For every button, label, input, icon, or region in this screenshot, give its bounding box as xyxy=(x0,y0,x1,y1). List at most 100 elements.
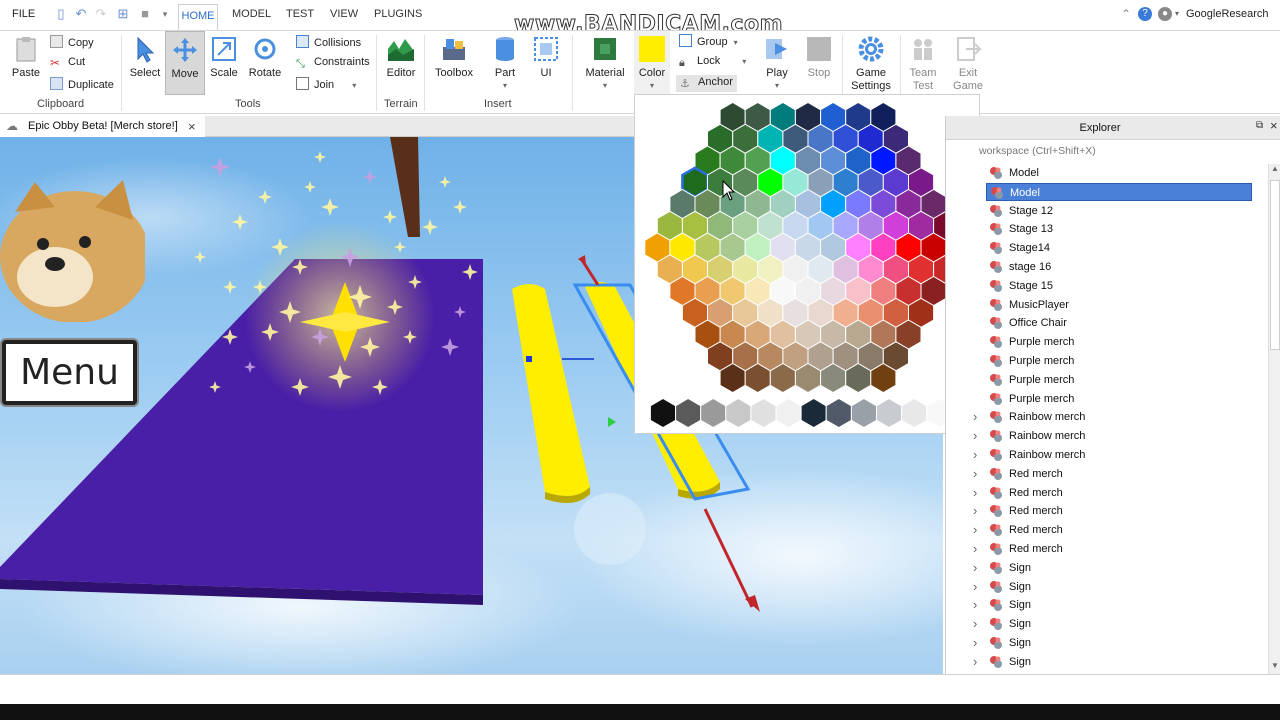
group-button[interactable]: Group ▾ xyxy=(679,34,738,48)
paste-button[interactable]: Paste xyxy=(10,35,42,79)
cut-button[interactable]: ✂ Cut xyxy=(50,56,85,70)
explorer-item[interactable]: Purple merch xyxy=(986,371,1252,389)
terrain-editor-button[interactable]: Editor xyxy=(383,35,419,79)
file-menu[interactable]: FILE xyxy=(12,8,35,20)
explorer-item[interactable]: Model xyxy=(986,182,1252,201)
explorer-filter-input[interactable]: workspace (Ctrl+Shift+X) xyxy=(979,140,1269,162)
tab-model[interactable]: MODEL xyxy=(232,8,271,20)
tab-home[interactable]: HOME xyxy=(178,4,218,30)
move-tool[interactable]: Move xyxy=(165,31,205,95)
explorer-item[interactable]: › Red merch xyxy=(973,502,1252,520)
help-icon[interactable]: ? xyxy=(1138,7,1152,21)
explorer-item[interactable]: Office Chair xyxy=(986,314,1252,332)
tab-view[interactable]: VIEW xyxy=(330,8,358,20)
explorer-item[interactable]: › Sign xyxy=(973,653,1252,671)
redo-icon[interactable]: ↷ xyxy=(94,7,108,21)
explorer-item[interactable]: › Rainbow merch xyxy=(973,427,1252,445)
grid-icon[interactable]: ⊞ xyxy=(116,7,130,21)
expand-arrow-icon[interactable]: › xyxy=(973,653,977,671)
expand-arrow-icon[interactable]: › xyxy=(973,634,977,652)
color-button[interactable]: Color ▾ xyxy=(634,31,670,95)
expand-arrow-icon[interactable]: › xyxy=(973,559,977,577)
explorer-item[interactable]: › Rainbow merch xyxy=(973,446,1252,464)
expand-arrow-icon[interactable]: › xyxy=(973,502,977,520)
expand-arrow-icon[interactable]: › xyxy=(973,427,977,445)
collisions-toggle[interactable]: Collisions xyxy=(296,35,361,49)
undo-icon[interactable]: ↶ xyxy=(74,7,88,21)
chevron-down-icon[interactable]: ▾ xyxy=(158,7,172,21)
scroll-up-icon[interactable]: ▲ xyxy=(1271,164,1279,173)
grayscale-swatch[interactable] xyxy=(725,397,752,429)
grayscale-swatch[interactable] xyxy=(800,397,827,429)
grayscale-swatch[interactable] xyxy=(700,397,727,429)
scroll-thumb[interactable] xyxy=(1270,180,1280,350)
explorer-item[interactable]: › Red merch xyxy=(973,540,1252,558)
material-button[interactable]: Material ▾ xyxy=(583,35,627,90)
user-chevron-icon[interactable]: ▾ xyxy=(1170,7,1184,21)
new-file-icon[interactable]: ▯ xyxy=(54,7,68,21)
expand-arrow-icon[interactable]: › xyxy=(973,596,977,614)
team-test-button[interactable]: Team Test xyxy=(905,35,941,93)
grayscale-swatch[interactable] xyxy=(775,397,802,429)
grayscale-swatch[interactable] xyxy=(901,397,928,429)
lock-button[interactable]: 🔒︎ Lock ▾ xyxy=(679,55,746,70)
explorer-item[interactable]: Stage 13 xyxy=(986,220,1252,238)
explorer-item[interactable]: Model xyxy=(986,164,1252,182)
explorer-item[interactable]: › Red merch xyxy=(973,484,1252,502)
explorer-item[interactable]: › Sign xyxy=(973,615,1252,633)
explorer-item[interactable]: Purple merch xyxy=(986,333,1252,351)
expand-arrow-icon[interactable]: › xyxy=(973,578,977,596)
explorer-item[interactable]: Purple merch xyxy=(986,352,1252,370)
explorer-item[interactable]: Stage 12 xyxy=(986,202,1252,220)
explorer-item[interactable]: › Red merch xyxy=(973,521,1252,539)
user-name[interactable]: GoogleResearch xyxy=(1186,8,1269,20)
constraints-toggle[interactable]: ⤡ Constraints xyxy=(296,56,370,71)
toolbox-button[interactable]: Toolbox xyxy=(432,35,476,79)
tab-test[interactable]: TEST xyxy=(286,8,314,20)
close-tab-icon[interactable]: × xyxy=(188,116,196,137)
copy-button[interactable]: Copy xyxy=(50,35,94,49)
join-checkbox[interactable]: Join ▾ xyxy=(296,77,356,91)
play-button[interactable]: Play ▾ xyxy=(760,35,794,90)
stop-button[interactable]: Stop xyxy=(802,35,836,79)
explorer-item[interactable]: Stage14 xyxy=(986,239,1252,257)
expand-arrow-icon[interactable]: › xyxy=(973,540,977,558)
tab-plugins[interactable]: PLUGINS xyxy=(374,8,422,20)
expand-arrow-icon[interactable]: › xyxy=(973,484,977,502)
scale-tool[interactable]: Scale xyxy=(208,35,240,79)
explorer-item[interactable]: Purple merch xyxy=(986,390,1252,408)
grayscale-swatch[interactable] xyxy=(850,397,877,429)
square-icon[interactable]: ■ xyxy=(138,7,152,21)
anchor-button[interactable]: ⚓︎ Anchor xyxy=(676,75,737,92)
exit-game-button[interactable]: Exit Game xyxy=(950,35,986,93)
collapse-ribbon-icon[interactable]: ⌃ xyxy=(1119,7,1133,21)
explorer-item[interactable]: Stage 15 xyxy=(986,277,1252,295)
select-tool[interactable]: Select xyxy=(128,35,162,79)
scroll-down-icon[interactable]: ▼ xyxy=(1271,661,1279,670)
grayscale-swatch[interactable] xyxy=(825,397,852,429)
expand-arrow-icon[interactable]: › xyxy=(973,465,977,483)
duplicate-button[interactable]: Duplicate xyxy=(50,77,114,91)
game-settings-button[interactable]: Game Settings xyxy=(848,35,894,93)
expand-arrow-icon[interactable]: › xyxy=(973,446,977,464)
explorer-item[interactable]: › Sign xyxy=(973,578,1252,596)
grayscale-swatch[interactable] xyxy=(649,397,677,429)
expand-arrow-icon[interactable]: › xyxy=(973,615,977,633)
grayscale-swatch[interactable] xyxy=(876,397,903,429)
document-tab[interactable]: ☁ Epic Obby Beta! [Merch store!] × xyxy=(0,116,205,137)
explorer-item[interactable]: › Red merch xyxy=(973,465,1252,483)
part-button[interactable]: Part ▾ xyxy=(490,35,520,90)
grayscale-swatch[interactable] xyxy=(750,397,777,429)
expand-arrow-icon[interactable]: › xyxy=(973,521,977,539)
grayscale-swatch[interactable] xyxy=(675,397,702,429)
explorer-item[interactable]: › Rainbow merch xyxy=(973,408,1252,426)
rotate-tool[interactable]: Rotate xyxy=(246,35,284,79)
menu-button[interactable]: Menu xyxy=(2,340,137,405)
explorer-scrollbar[interactable]: ▲ ▼ xyxy=(1268,164,1280,674)
close-icon[interactable]: × xyxy=(1270,118,1278,133)
explorer-item[interactable]: stage 16 xyxy=(986,258,1252,276)
restore-icon[interactable]: ⧉ xyxy=(1256,120,1263,131)
explorer-item[interactable]: MusicPlayer xyxy=(986,296,1252,314)
explorer-item[interactable]: › Sign xyxy=(973,596,1252,614)
explorer-item[interactable]: › Sign xyxy=(973,634,1252,652)
